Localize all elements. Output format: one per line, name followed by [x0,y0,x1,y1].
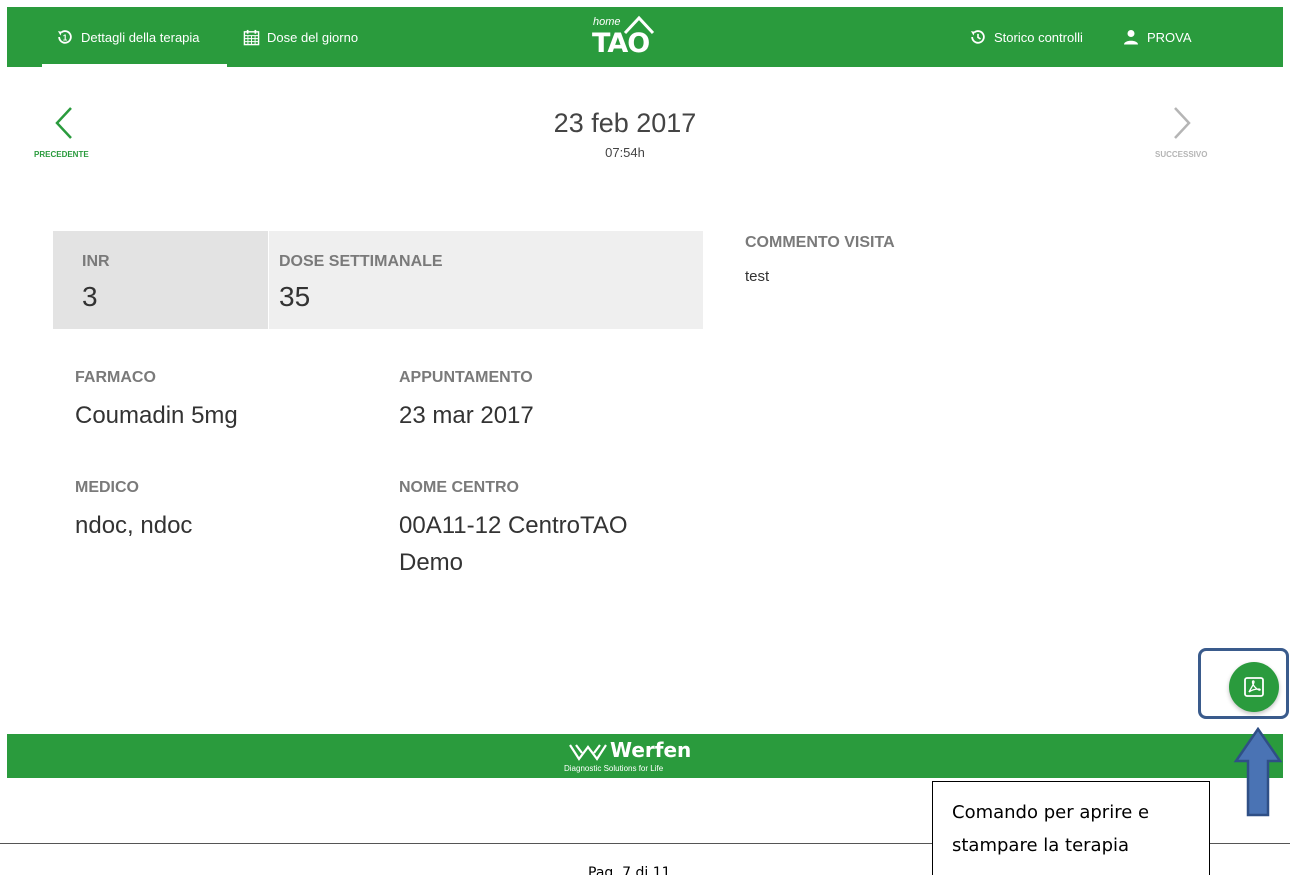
history-icon: 1 [55,27,75,47]
annotation-arrow [1233,727,1283,817]
history-icon [968,27,988,47]
logo-roof-icon [623,15,655,35]
visit-date: 23 feb 2017 [553,108,697,138]
tab-dose-giorno[interactable]: Dose del giorno [241,7,358,67]
top-navbar: 1 Dettagli della terapia Dose del giorno… [7,7,1283,67]
weekly-dose-card: DOSE SETTIMANALE 35 [269,231,703,329]
werfen-mark-icon [569,744,607,761]
next-button[interactable]: SUCCESSIVO [1150,100,1230,164]
nome-centro-value: 00A11-12 CentroTAO Demo [399,512,628,576]
tab-dose-label: Dose del giorno [267,29,359,45]
footer-bar: Werfen Diagnostic Solutions for Life [7,734,1283,778]
calendar-icon [241,27,261,47]
next-label: SUCCESSIVO [1155,150,1208,159]
page-rule [0,843,932,844]
weekly-dose-value: 35 [279,281,311,312]
visit-time: 07:54h [605,145,645,160]
medico-value: ndoc, ndoc [75,512,193,539]
user-name: PROVA [1147,29,1192,45]
storico-label: Storico controlli [994,29,1083,45]
print-pdf-button[interactable] [1229,662,1279,712]
appuntamento-value: 23 mar 2017 [399,402,534,429]
svg-text:1: 1 [63,34,68,43]
werfen-logo: Werfen Diagnostic Solutions for Life [562,737,762,777]
page-rule [1210,843,1290,844]
farmaco-label: FARMACO [75,369,156,386]
pdf-icon [1244,677,1264,697]
chevron-right-icon [1174,107,1191,139]
hometao-logo: home TAO [587,12,667,62]
medico-label: MEDICO [75,479,139,496]
farmaco-value: Coumadin 5mg [75,402,238,429]
appuntamento-label: APPUNTAMENTO [399,369,533,386]
commento-visita-value: test [745,268,770,285]
logo-home-text: home [593,16,621,28]
inr-card: INR 3 [53,231,268,329]
nome-centro-label: NOME CENTRO [399,479,519,496]
werfen-brand: Werfen [610,738,692,762]
user-icon [1121,27,1141,47]
commento-visita-label: COMMENTO VISITA [745,234,895,251]
tab-dettagli-terapia[interactable]: 1 Dettagli della terapia [42,7,227,67]
werfen-tagline: Diagnostic Solutions for Life [564,764,664,773]
callout-line-2: stampare la terapia [952,835,1130,856]
inr-value: 3 [82,281,98,312]
annotation-callout: Comando per aprire e stampare la terapia [932,781,1210,875]
tab-dettagli-label: Dettagli della terapia [81,29,200,45]
page-number: Pag. 7 di 11 [588,865,671,875]
inr-label: INR [82,253,110,270]
user-menu[interactable]: PROVA [1121,7,1192,67]
storico-controlli-link[interactable]: Storico controlli [968,7,1083,67]
weekly-dose-label: DOSE SETTIMANALE [279,253,443,270]
callout-line-1: Comando per aprire e [952,802,1150,823]
